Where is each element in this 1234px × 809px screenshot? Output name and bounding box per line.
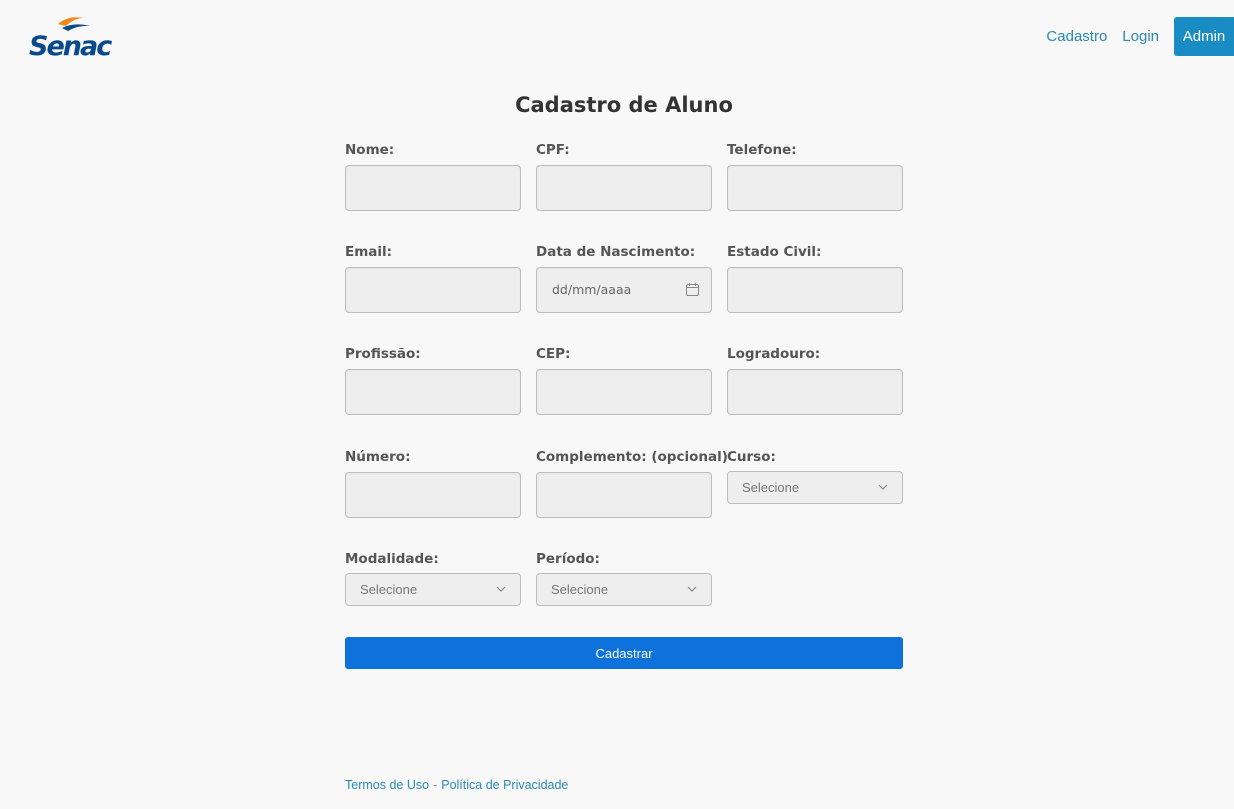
header: Senac Cadastro Login Admin [0,0,1234,70]
curso-select-value: Selecione [742,480,800,495]
admin-button[interactable]: Admin [1174,17,1234,56]
complemento-field: Complemento: (opcional) [536,447,728,518]
cadastrar-button[interactable]: Cadastrar [345,637,903,669]
periodo-field: Período: Selecione [536,549,712,606]
cpf-label: CPF: [536,142,570,158]
modalidade-select[interactable]: Selecione [345,573,521,606]
cpf-input[interactable] [536,165,712,211]
nascimento-field: Data de Nascimento: dd/mm/aaaa [536,242,712,313]
cep-label: CEP: [536,346,571,362]
date-placeholder: dd/mm/aaaa [552,282,632,297]
nav-login-link[interactable]: Login [1122,17,1159,56]
nascimento-date-input[interactable]: dd/mm/aaaa [536,267,712,313]
top-nav: Cadastro Login Admin [1046,17,1234,56]
nome-field: Nome: [345,140,521,211]
complemento-input[interactable] [536,472,712,518]
logradouro-field: Logradouro: [727,344,903,415]
email-field: Email: [345,242,521,313]
periodo-select-value: Selecione [551,582,609,597]
page-title: Cadastro de Aluno [515,93,733,117]
estado-civil-input[interactable] [727,267,903,313]
modalidade-select-value: Selecione [360,582,418,597]
logradouro-input[interactable] [727,369,903,415]
senac-logo[interactable]: Senac [28,12,112,62]
estado-civil-field: Estado Civil: [727,242,903,313]
email-input[interactable] [345,267,521,313]
cpf-field: CPF: [536,140,712,211]
periodo-label: Período: [536,551,600,567]
chevron-down-icon [878,484,888,490]
telefone-input[interactable] [727,165,903,211]
terms-link[interactable]: Termos de Uso [345,778,429,792]
cep-field: CEP: [536,344,712,415]
email-label: Email: [345,244,393,260]
complemento-label: Complemento: (opcional) [536,449,728,465]
calendar-icon[interactable] [686,283,699,296]
periodo-select[interactable]: Selecione [536,573,712,606]
profissao-input[interactable] [345,369,521,415]
numero-label: Número: [345,449,411,465]
profissao-field: Profissão: [345,344,521,415]
privacy-link[interactable]: Política de Privacidade [441,778,568,792]
profissao-label: Profissão: [345,346,421,362]
logo-text: Senac [29,31,112,62]
numero-field: Número: [345,447,521,518]
logradouro-label: Logradouro: [727,346,821,362]
curso-field: Curso: Selecione [727,447,903,504]
nome-input[interactable] [345,165,521,211]
chevron-down-icon [687,586,697,592]
modalidade-label: Modalidade: [345,551,439,567]
modalidade-field: Modalidade: Selecione [345,549,521,606]
footer-separator: - [433,778,438,792]
nome-label: Nome: [345,142,395,158]
numero-input[interactable] [345,472,521,518]
curso-label: Curso: [727,449,776,465]
footer: Termos de Uso - Política de Privacidade [345,778,568,792]
cep-input[interactable] [536,369,712,415]
estado-civil-label: Estado Civil: [727,244,822,260]
telefone-field: Telefone: [727,140,903,211]
curso-select[interactable]: Selecione [727,471,903,504]
chevron-down-icon [496,586,506,592]
nav-cadastro-link[interactable]: Cadastro [1046,17,1107,56]
telefone-label: Telefone: [727,142,797,158]
nascimento-label: Data de Nascimento: [536,244,696,260]
